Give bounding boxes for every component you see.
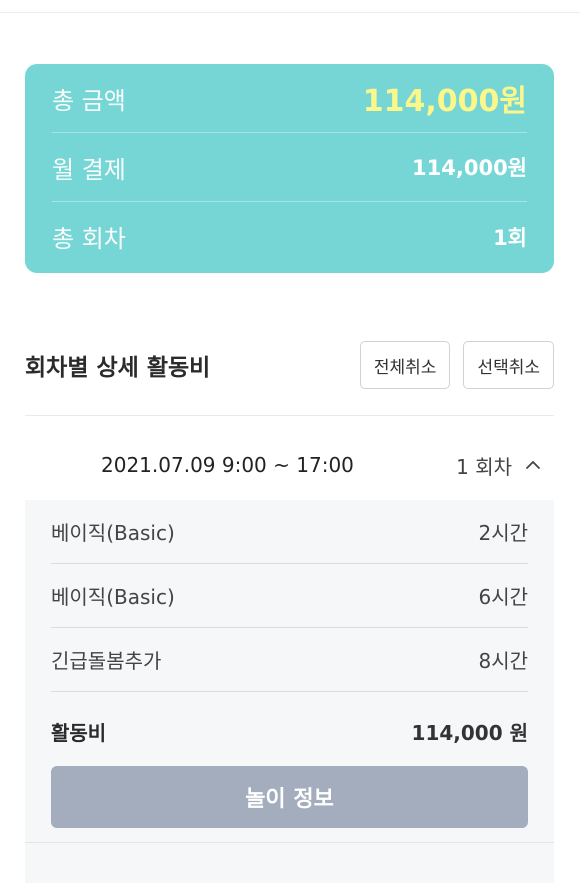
list-item: 베이직(Basic) 6시간: [51, 564, 528, 628]
item-name: 긴급돌봄추가: [51, 649, 162, 673]
payment-summary-card: 총 금액 114,000원 월 결제 114,000원 총 회차 1회: [25, 64, 554, 273]
total-amount-value: 114,000원: [362, 84, 527, 119]
total-sessions-label: 총 회차: [52, 225, 126, 253]
chevron-up-icon[interactable]: [524, 456, 542, 474]
summary-sessions-row: 총 회차 1회: [52, 202, 527, 271]
item-duration: 8시간: [478, 649, 528, 673]
monthly-payment-value: 114,000원: [412, 156, 527, 180]
cancel-all-button[interactable]: 전체취소: [359, 341, 451, 389]
activity-fee-row: 활동비 114,000 원: [51, 692, 528, 770]
total-sessions-value: 1회: [493, 225, 527, 250]
cancel-button-group: 전체취소 선택취소: [359, 341, 554, 389]
total-amount-label: 총 금액: [52, 86, 126, 115]
session-date-range: 2021.07.09 9:00 ~ 17:00: [101, 453, 354, 477]
section-divider: [25, 415, 554, 416]
section-header: 회차별 상세 활동비 전체취소 선택취소: [25, 340, 554, 390]
cancel-selected-button[interactable]: 선택취소: [463, 341, 554, 389]
bottom-divider: [25, 842, 554, 843]
activity-fee-label: 활동비: [51, 720, 107, 745]
summary-total-row: 총 금액 114,000원: [52, 64, 527, 133]
item-name: 베이직(Basic): [51, 585, 175, 609]
session-count-toggle[interactable]: 1 회차: [456, 451, 542, 480]
monthly-payment-label: 월 결제: [52, 155, 126, 184]
summary-monthly-row: 월 결제 114,000원: [52, 133, 527, 202]
list-item: 긴급돌봄추가 8시간: [51, 628, 528, 692]
session-accordion-header[interactable]: 2021.07.09 9:00 ~ 17:00 1 회차: [25, 433, 554, 497]
list-item: 베이직(Basic) 2시간: [51, 500, 528, 564]
top-divider: [0, 12, 580, 13]
item-duration: 2시간: [478, 521, 528, 545]
section-title: 회차별 상세 활동비: [25, 355, 211, 381]
play-info-button[interactable]: 놀이 정보: [51, 766, 528, 828]
item-duration: 6시간: [478, 585, 528, 609]
item-name: 베이직(Basic): [51, 521, 175, 545]
session-detail-panel: 베이직(Basic) 2시간 베이직(Basic) 6시간 긴급돌봄추가 8시간…: [25, 500, 554, 883]
session-count-label: 1 회차: [456, 454, 512, 479]
activity-fee-value: 114,000 원: [411, 720, 528, 745]
